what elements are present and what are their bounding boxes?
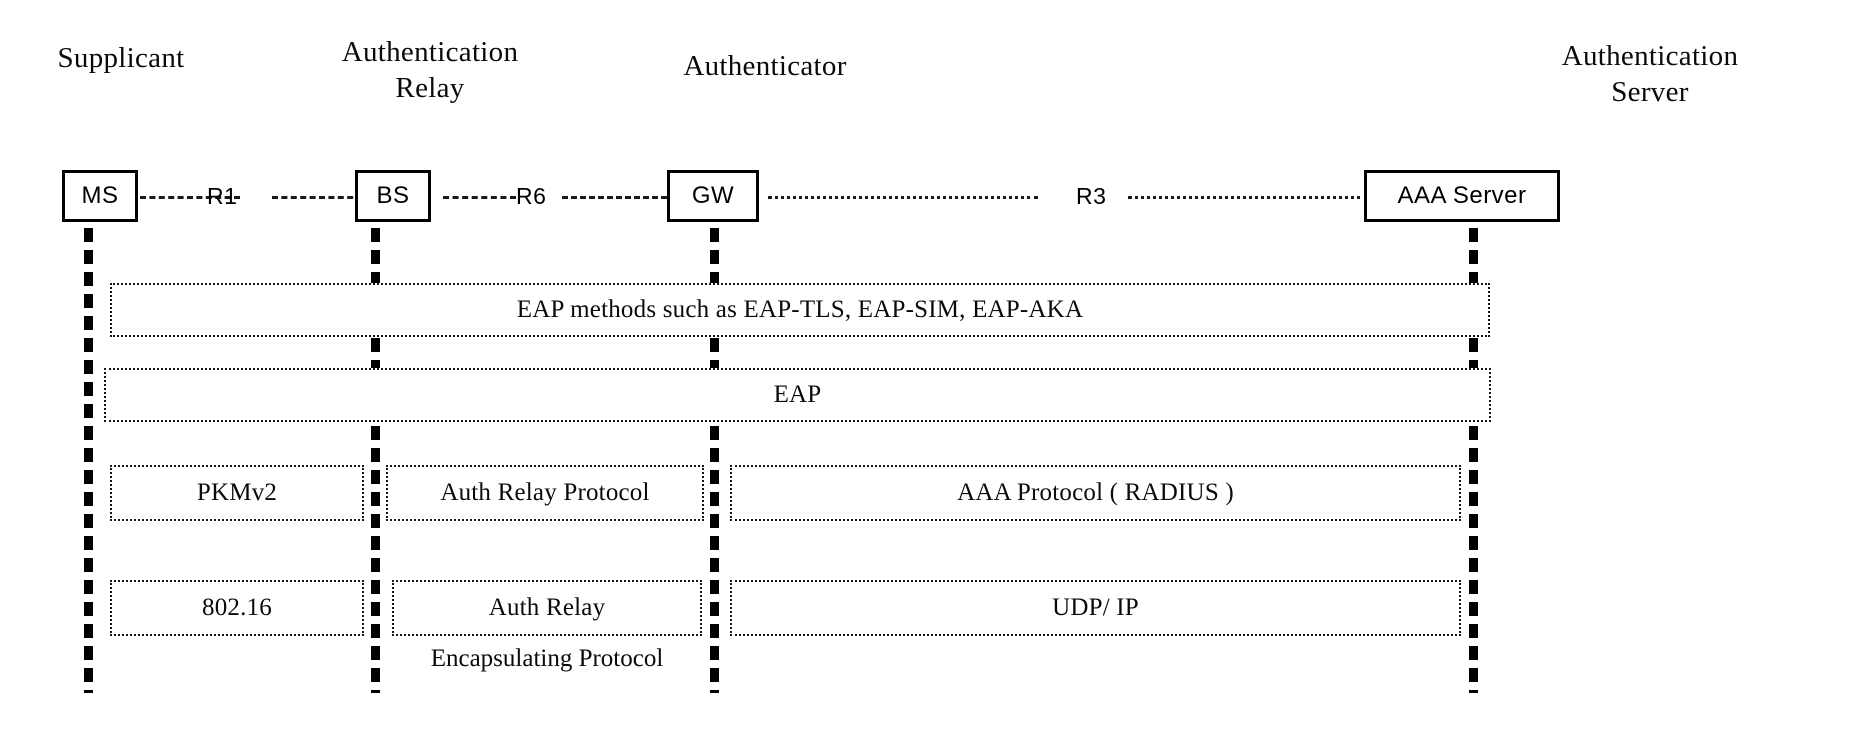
link-line-bs-r6 <box>443 196 516 199</box>
role-label-authentication-server: Authentication Server <box>1561 40 1739 108</box>
protocol-label-aaa-protocol: AAA Protocol ( RADIUS ) <box>957 479 1234 506</box>
diagram-canvas: Supplicant Authentication Relay Authenti… <box>0 0 1859 754</box>
link-line-r6-gw <box>562 196 667 199</box>
protocol-label-eap-methods: EAP methods such as EAP-TLS, EAP-SIM, EA… <box>516 296 1084 323</box>
protocol-box-aaa-protocol[interactable]: AAA Protocol ( RADIUS ) <box>730 465 1461 521</box>
role-label-authentication-relay: Authentication Relay <box>341 36 519 104</box>
protocol-box-udp-ip[interactable]: UDP/ IP <box>730 580 1461 636</box>
protocol-box-pkmv2[interactable]: PKMv2 <box>110 465 364 521</box>
node-label-ms: MS <box>81 182 119 209</box>
reference-point-label-r3: R3 <box>1076 183 1107 209</box>
node-box-bs[interactable]: BS <box>355 170 431 222</box>
node-box-gw[interactable]: GW <box>667 170 759 222</box>
protocol-box-auth-relay-protocol[interactable]: Auth Relay Protocol <box>386 465 704 521</box>
protocol-label-eap: EAP <box>773 381 822 408</box>
reference-point-label-r6: R6 <box>516 183 547 209</box>
link-line-r3-aaa <box>1128 196 1368 199</box>
role-label-supplicant: Supplicant <box>57 42 185 74</box>
protocol-label-auth-relay: Auth Relay <box>488 594 606 621</box>
node-box-aaa-server[interactable]: AAA Server <box>1364 170 1560 222</box>
protocol-box-eap-methods[interactable]: EAP methods such as EAP-TLS, EAP-SIM, EA… <box>110 283 1490 337</box>
protocol-label-udp-ip: UDP/ IP <box>1052 594 1139 621</box>
reference-point-label-r1: R1 <box>207 183 238 209</box>
node-label-bs: BS <box>376 182 410 209</box>
role-label-authenticator: Authenticator <box>683 50 847 82</box>
node-label-aaa-server: AAA Server <box>1397 182 1527 209</box>
protocol-label-pkmv2: PKMv2 <box>196 479 278 506</box>
link-line-gw-r3 <box>768 196 1038 199</box>
protocol-box-802-16[interactable]: 802.16 <box>110 580 364 636</box>
protocol-label-auth-relay-protocol: Auth Relay Protocol <box>440 479 650 506</box>
node-box-ms[interactable]: MS <box>62 170 138 222</box>
vertical-divider-ms <box>84 228 93 693</box>
protocol-box-eap[interactable]: EAP <box>104 368 1491 422</box>
protocol-box-auth-relay[interactable]: Auth Relay <box>392 580 702 636</box>
protocol-label-802-16: 802.16 <box>202 594 272 621</box>
caption-encapsulating-protocol: Encapsulating Protocol <box>430 645 664 672</box>
node-label-gw: GW <box>691 182 735 209</box>
